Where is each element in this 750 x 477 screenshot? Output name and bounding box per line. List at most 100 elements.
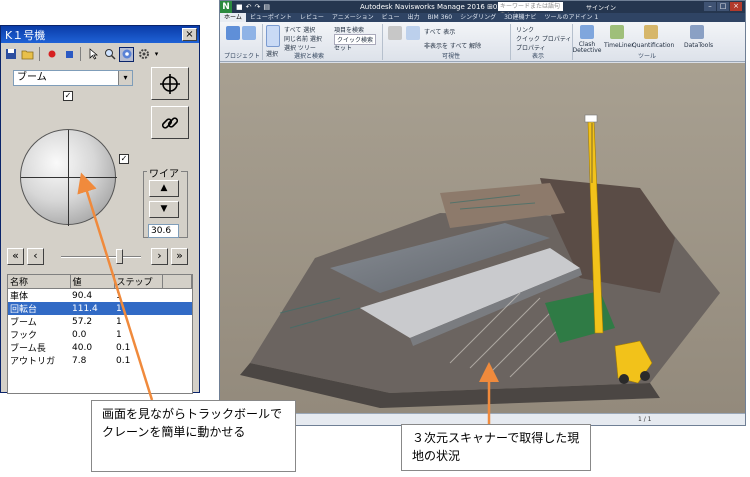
timeliner-button[interactable]: TimeLiner bbox=[604, 42, 634, 49]
tab-rendering[interactable]: シンダリング bbox=[456, 13, 500, 22]
row-name: ブーム長 bbox=[10, 344, 46, 354]
wire-value-field[interactable]: 30.6 bbox=[148, 224, 179, 238]
timeliner-icon[interactable] bbox=[610, 25, 624, 39]
horizontal-lock-checkbox[interactable]: ✓ bbox=[119, 154, 129, 164]
group-label-select-search: 選択と検索 bbox=[294, 53, 325, 60]
crosshair-icon bbox=[160, 73, 180, 94]
group-label-project: プロジェクト bbox=[224, 53, 261, 60]
row-name: フック bbox=[10, 331, 38, 341]
last-button[interactable]: » bbox=[171, 248, 188, 265]
slider-thumb[interactable] bbox=[116, 249, 123, 264]
toolbar-separator bbox=[39, 47, 40, 61]
show-all-button[interactable]: すべて 表示 bbox=[424, 27, 455, 36]
maximize-button[interactable]: □ bbox=[717, 2, 729, 11]
row-value: 111.4 bbox=[70, 302, 114, 315]
crane-wheel bbox=[640, 371, 650, 381]
prev-button[interactable]: ‹ bbox=[27, 248, 44, 265]
table-row[interactable]: 回転台 111.4 1 bbox=[8, 302, 192, 315]
record-icon[interactable] bbox=[44, 47, 59, 62]
app-logo[interactable]: N bbox=[220, 1, 232, 13]
tab-bim360[interactable]: BIM 360 bbox=[424, 13, 456, 22]
close-button[interactable]: × bbox=[182, 28, 197, 41]
part-select[interactable]: ブーム ▾ bbox=[13, 70, 133, 86]
table-row[interactable]: アウトリガ 7.8 0.1 bbox=[8, 354, 192, 368]
select-button[interactable]: 選択 bbox=[266, 49, 278, 58]
select-same-button[interactable]: 同じ名前 選択 bbox=[284, 34, 322, 43]
gear-icon[interactable] bbox=[136, 47, 151, 62]
pointer-icon[interactable] bbox=[85, 47, 100, 62]
table-row[interactable]: ブーム長 40.0 0.1 bbox=[8, 341, 192, 355]
minimize-button[interactable]: – bbox=[704, 2, 716, 11]
tab-view[interactable]: ビュー bbox=[378, 13, 404, 22]
unhide-all-button[interactable]: 非表示を すべて 解除 bbox=[424, 41, 481, 50]
table-row[interactable]: 車体 90.4 1 bbox=[8, 289, 192, 303]
col-header-name[interactable]: 名称 bbox=[8, 275, 71, 289]
refresh-icon[interactable] bbox=[242, 26, 256, 40]
quick-properties-button[interactable]: クイック プロパティ bbox=[516, 34, 572, 43]
open-icon[interactable] bbox=[20, 47, 35, 62]
col-header-step[interactable]: ステップ bbox=[114, 275, 163, 289]
datatools-button[interactable]: DataTools bbox=[684, 42, 713, 49]
wire-up-button[interactable]: ▲ bbox=[149, 180, 179, 197]
control-window-title: K１号機 bbox=[5, 28, 46, 42]
chevron-down-icon[interactable]: ▾ bbox=[153, 47, 160, 62]
select-all-button[interactable]: すべて 選択 bbox=[284, 25, 315, 34]
settings-icon[interactable] bbox=[119, 46, 134, 62]
wire-label: ワイア bbox=[147, 165, 181, 180]
sets-button[interactable]: セット bbox=[334, 43, 352, 52]
parameter-table: 名称 値 ステップ 車体 90.4 1 回転台 111.4 1 ブーム 57.2… bbox=[7, 274, 193, 394]
tab-3d-construction-navi[interactable]: 3D建機ナビ bbox=[500, 13, 540, 22]
quantification-icon[interactable] bbox=[644, 25, 658, 39]
row-step: 1 bbox=[114, 302, 162, 315]
col-header-value[interactable]: 値 bbox=[70, 275, 115, 289]
wire-down-button[interactable]: ▼ bbox=[149, 201, 179, 218]
vertical-lock-checkbox[interactable]: ✓ bbox=[63, 91, 73, 101]
link-button[interactable] bbox=[151, 106, 189, 139]
slider-track[interactable] bbox=[61, 256, 141, 258]
tab-tool-addins[interactable]: ツールのアドイン 1 bbox=[541, 13, 603, 22]
table-row[interactable]: フック 0.0 1 bbox=[8, 328, 192, 342]
save-icon[interactable]: ■ bbox=[236, 3, 243, 11]
clash-detective-icon[interactable] bbox=[580, 25, 594, 39]
select-icon[interactable] bbox=[266, 25, 280, 47]
undo-icon[interactable]: ↶ bbox=[246, 3, 252, 11]
save-icon[interactable] bbox=[3, 47, 18, 62]
part-select-value: ブーム bbox=[17, 72, 47, 83]
tab-output[interactable]: 出力 bbox=[404, 13, 424, 22]
tab-viewpoint[interactable]: ビューポイント bbox=[246, 13, 296, 22]
zoom-icon[interactable] bbox=[102, 47, 117, 62]
append-icon[interactable] bbox=[226, 26, 240, 40]
callout-scanner: ３次元スキャナーで取得した現地の状況 bbox=[401, 424, 591, 471]
quantification-button[interactable]: Quantification bbox=[632, 42, 674, 49]
3d-viewport[interactable] bbox=[220, 63, 745, 413]
next-button[interactable]: › bbox=[151, 248, 168, 265]
print-icon[interactable]: ▤ bbox=[263, 3, 270, 11]
tab-review[interactable]: レビュー bbox=[296, 13, 328, 22]
table-row[interactable]: ブーム 57.2 1 bbox=[8, 315, 192, 329]
row-step: 0.1 bbox=[116, 342, 131, 353]
stop-icon[interactable] bbox=[61, 47, 76, 62]
help-search-input[interactable]: キーワードまたは語句を入力 bbox=[498, 2, 563, 19]
target-button[interactable] bbox=[151, 67, 189, 100]
chevron-down-icon[interactable]: ▾ bbox=[118, 71, 132, 85]
point-cloud-scene bbox=[220, 63, 745, 413]
row-value: 40.0 bbox=[72, 342, 93, 353]
signin-link[interactable]: サインイン bbox=[586, 3, 616, 12]
tab-animation[interactable]: アニメーション bbox=[328, 13, 378, 22]
link-icon bbox=[161, 116, 179, 129]
first-button[interactable]: « bbox=[7, 248, 24, 265]
hide-icon[interactable] bbox=[388, 26, 402, 40]
require-icon[interactable] bbox=[406, 26, 420, 40]
redo-icon[interactable]: ↷ bbox=[255, 3, 261, 11]
tab-home[interactable]: ホーム bbox=[220, 13, 246, 22]
trackball[interactable] bbox=[20, 129, 117, 226]
close-button[interactable]: × bbox=[730, 2, 742, 11]
datatools-icon[interactable] bbox=[690, 25, 704, 39]
clash-detective-button[interactable]: Clash Detective bbox=[572, 42, 602, 54]
links-button[interactable]: リンク bbox=[516, 25, 534, 34]
row-value: 57.2 bbox=[72, 316, 93, 327]
col-header-empty bbox=[162, 275, 192, 289]
row-name: アウトリガ bbox=[10, 357, 56, 367]
find-items-button[interactable]: 項目を検索 bbox=[334, 25, 364, 34]
crane-control-window: K１号機 × ▾ ブーム ▾ ✓ ✓ ワイア ▲ ▼ 30.6 « ‹ › » … bbox=[0, 25, 200, 394]
